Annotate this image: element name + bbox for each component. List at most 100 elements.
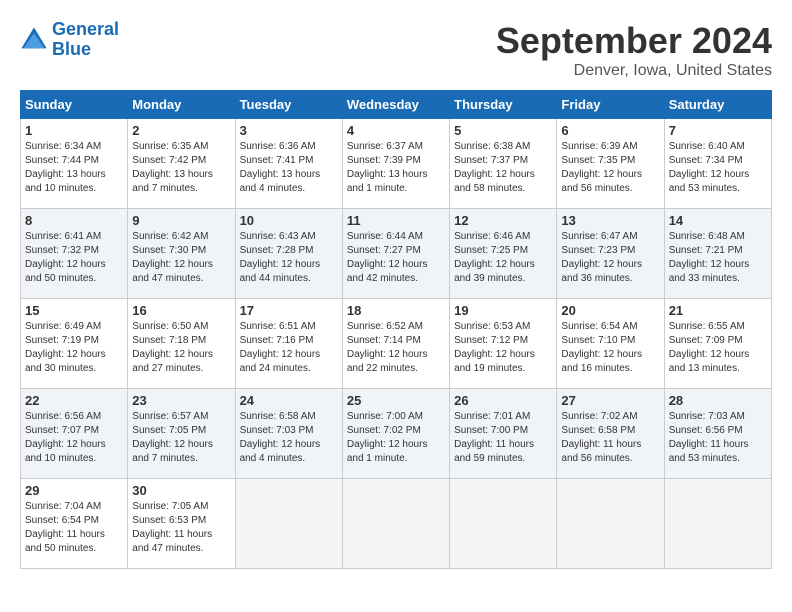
day-number: 19	[454, 303, 552, 318]
day-number: 17	[240, 303, 338, 318]
day-info: Sunrise: 7:01 AM Sunset: 7:00 PM Dayligh…	[454, 410, 552, 466]
day-info: Sunrise: 6:52 AM Sunset: 7:14 PM Dayligh…	[347, 320, 445, 376]
day-info: Sunrise: 6:35 AM Sunset: 7:42 PM Dayligh…	[132, 140, 230, 196]
page-header: General Blue September 2024 Denver, Iowa…	[20, 20, 772, 80]
day-number: 15	[25, 303, 123, 318]
calendar-cell: 4 Sunrise: 6:37 AM Sunset: 7:39 PM Dayli…	[342, 119, 449, 209]
calendar-cell: 7 Sunrise: 6:40 AM Sunset: 7:34 PM Dayli…	[664, 119, 771, 209]
logo-blue: Blue	[52, 39, 91, 59]
day-info: Sunrise: 6:34 AM Sunset: 7:44 PM Dayligh…	[25, 140, 123, 196]
day-number: 23	[132, 393, 230, 408]
day-info: Sunrise: 6:50 AM Sunset: 7:18 PM Dayligh…	[132, 320, 230, 376]
day-number: 5	[454, 123, 552, 138]
day-number: 21	[669, 303, 767, 318]
day-number: 2	[132, 123, 230, 138]
col-header-monday: Monday	[128, 91, 235, 119]
day-number: 16	[132, 303, 230, 318]
calendar-week-row: 15 Sunrise: 6:49 AM Sunset: 7:19 PM Dayl…	[21, 299, 772, 389]
day-info: Sunrise: 7:03 AM Sunset: 6:56 PM Dayligh…	[669, 410, 767, 466]
calendar-cell: 8 Sunrise: 6:41 AM Sunset: 7:32 PM Dayli…	[21, 209, 128, 299]
day-number: 13	[561, 213, 659, 228]
calendar-cell	[557, 479, 664, 569]
day-number: 30	[132, 483, 230, 498]
day-number: 24	[240, 393, 338, 408]
calendar-cell: 15 Sunrise: 6:49 AM Sunset: 7:19 PM Dayl…	[21, 299, 128, 389]
day-info: Sunrise: 6:36 AM Sunset: 7:41 PM Dayligh…	[240, 140, 338, 196]
calendar-cell: 16 Sunrise: 6:50 AM Sunset: 7:18 PM Dayl…	[128, 299, 235, 389]
calendar-week-row: 1 Sunrise: 6:34 AM Sunset: 7:44 PM Dayli…	[21, 119, 772, 209]
logo-general: General	[52, 19, 119, 39]
day-number: 11	[347, 213, 445, 228]
calendar-cell: 28 Sunrise: 7:03 AM Sunset: 6:56 PM Dayl…	[664, 389, 771, 479]
calendar-cell: 12 Sunrise: 6:46 AM Sunset: 7:25 PM Dayl…	[450, 209, 557, 299]
calendar-cell	[342, 479, 449, 569]
calendar-cell: 30 Sunrise: 7:05 AM Sunset: 6:53 PM Dayl…	[128, 479, 235, 569]
logo-icon	[20, 26, 48, 54]
day-info: Sunrise: 6:51 AM Sunset: 7:16 PM Dayligh…	[240, 320, 338, 376]
day-info: Sunrise: 6:44 AM Sunset: 7:27 PM Dayligh…	[347, 230, 445, 286]
calendar-cell: 21 Sunrise: 6:55 AM Sunset: 7:09 PM Dayl…	[664, 299, 771, 389]
calendar-cell: 22 Sunrise: 6:56 AM Sunset: 7:07 PM Dayl…	[21, 389, 128, 479]
day-number: 10	[240, 213, 338, 228]
day-info: Sunrise: 6:41 AM Sunset: 7:32 PM Dayligh…	[25, 230, 123, 286]
calendar-week-row: 29 Sunrise: 7:04 AM Sunset: 6:54 PM Dayl…	[21, 479, 772, 569]
col-header-thursday: Thursday	[450, 91, 557, 119]
day-number: 8	[25, 213, 123, 228]
calendar-cell: 20 Sunrise: 6:54 AM Sunset: 7:10 PM Dayl…	[557, 299, 664, 389]
day-info: Sunrise: 6:57 AM Sunset: 7:05 PM Dayligh…	[132, 410, 230, 466]
day-info: Sunrise: 6:38 AM Sunset: 7:37 PM Dayligh…	[454, 140, 552, 196]
calendar-cell	[664, 479, 771, 569]
day-number: 20	[561, 303, 659, 318]
calendar-cell: 5 Sunrise: 6:38 AM Sunset: 7:37 PM Dayli…	[450, 119, 557, 209]
location-title: Denver, Iowa, United States	[496, 62, 772, 80]
calendar-cell: 1 Sunrise: 6:34 AM Sunset: 7:44 PM Dayli…	[21, 119, 128, 209]
day-info: Sunrise: 7:02 AM Sunset: 6:58 PM Dayligh…	[561, 410, 659, 466]
title-block: September 2024 Denver, Iowa, United Stat…	[496, 20, 772, 80]
month-title: September 2024	[496, 20, 772, 62]
day-info: Sunrise: 7:00 AM Sunset: 7:02 PM Dayligh…	[347, 410, 445, 466]
col-header-tuesday: Tuesday	[235, 91, 342, 119]
day-number: 1	[25, 123, 123, 138]
day-info: Sunrise: 6:46 AM Sunset: 7:25 PM Dayligh…	[454, 230, 552, 286]
day-number: 29	[25, 483, 123, 498]
calendar-cell: 26 Sunrise: 7:01 AM Sunset: 7:00 PM Dayl…	[450, 389, 557, 479]
day-info: Sunrise: 6:56 AM Sunset: 7:07 PM Dayligh…	[25, 410, 123, 466]
calendar-cell: 25 Sunrise: 7:00 AM Sunset: 7:02 PM Dayl…	[342, 389, 449, 479]
day-info: Sunrise: 6:47 AM Sunset: 7:23 PM Dayligh…	[561, 230, 659, 286]
day-number: 25	[347, 393, 445, 408]
day-number: 3	[240, 123, 338, 138]
day-number: 9	[132, 213, 230, 228]
calendar-cell: 3 Sunrise: 6:36 AM Sunset: 7:41 PM Dayli…	[235, 119, 342, 209]
logo: General Blue	[20, 20, 119, 60]
calendar-cell: 18 Sunrise: 6:52 AM Sunset: 7:14 PM Dayl…	[342, 299, 449, 389]
day-info: Sunrise: 6:37 AM Sunset: 7:39 PM Dayligh…	[347, 140, 445, 196]
day-number: 7	[669, 123, 767, 138]
calendar-table: SundayMondayTuesdayWednesdayThursdayFrid…	[20, 90, 772, 569]
day-number: 18	[347, 303, 445, 318]
day-info: Sunrise: 7:05 AM Sunset: 6:53 PM Dayligh…	[132, 500, 230, 556]
calendar-week-row: 22 Sunrise: 6:56 AM Sunset: 7:07 PM Dayl…	[21, 389, 772, 479]
day-number: 27	[561, 393, 659, 408]
calendar-cell: 23 Sunrise: 6:57 AM Sunset: 7:05 PM Dayl…	[128, 389, 235, 479]
calendar-cell: 11 Sunrise: 6:44 AM Sunset: 7:27 PM Dayl…	[342, 209, 449, 299]
day-number: 22	[25, 393, 123, 408]
day-number: 4	[347, 123, 445, 138]
day-number: 26	[454, 393, 552, 408]
day-number: 12	[454, 213, 552, 228]
calendar-cell: 14 Sunrise: 6:48 AM Sunset: 7:21 PM Dayl…	[664, 209, 771, 299]
calendar-cell: 2 Sunrise: 6:35 AM Sunset: 7:42 PM Dayli…	[128, 119, 235, 209]
calendar-header-row: SundayMondayTuesdayWednesdayThursdayFrid…	[21, 91, 772, 119]
calendar-cell	[450, 479, 557, 569]
col-header-wednesday: Wednesday	[342, 91, 449, 119]
day-info: Sunrise: 6:49 AM Sunset: 7:19 PM Dayligh…	[25, 320, 123, 376]
calendar-cell	[235, 479, 342, 569]
day-number: 14	[669, 213, 767, 228]
calendar-cell: 10 Sunrise: 6:43 AM Sunset: 7:28 PM Dayl…	[235, 209, 342, 299]
day-number: 6	[561, 123, 659, 138]
calendar-cell: 17 Sunrise: 6:51 AM Sunset: 7:16 PM Dayl…	[235, 299, 342, 389]
col-header-sunday: Sunday	[21, 91, 128, 119]
day-info: Sunrise: 7:04 AM Sunset: 6:54 PM Dayligh…	[25, 500, 123, 556]
calendar-cell: 6 Sunrise: 6:39 AM Sunset: 7:35 PM Dayli…	[557, 119, 664, 209]
calendar-cell: 9 Sunrise: 6:42 AM Sunset: 7:30 PM Dayli…	[128, 209, 235, 299]
day-info: Sunrise: 6:43 AM Sunset: 7:28 PM Dayligh…	[240, 230, 338, 286]
